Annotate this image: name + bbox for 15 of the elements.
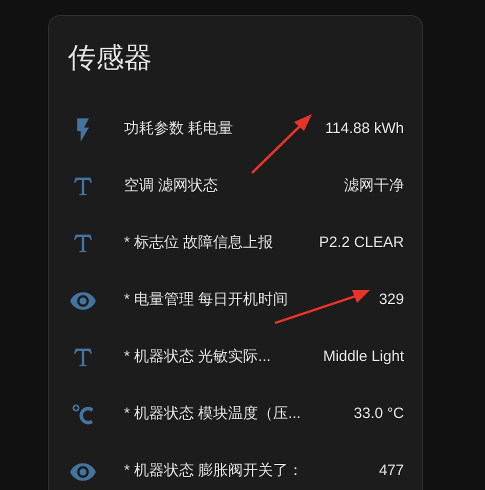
sensor-value: 33.0 °C xyxy=(354,404,404,424)
sensor-value: 滤网干净 xyxy=(344,176,404,196)
card-title: 传感器 xyxy=(68,41,153,75)
sensor-name: * 电量管理 每日开机时间 xyxy=(124,290,288,310)
sensor-name: * 机器状态 光敏实际... xyxy=(124,347,271,368)
sensor-name: 功耗参数 耗电量 xyxy=(124,119,234,140)
sensor-name: 空调 滤网状态 xyxy=(124,176,218,196)
sensor-name: * 机器状态 模块温度（压... xyxy=(124,404,301,424)
sensor-value: 114.88 kWh xyxy=(325,119,404,140)
sensor-value: Middle Light xyxy=(323,347,404,368)
sensor-value: P2.2 CLEAR xyxy=(318,233,404,254)
sensor-name: * 标志位 故障信息上报 xyxy=(124,233,274,254)
sensor-value: 329 xyxy=(378,290,404,310)
sensor-value: 477 xyxy=(378,461,404,482)
sensor-name: * 机器状态 膨胀阀开关了： xyxy=(124,461,304,482)
